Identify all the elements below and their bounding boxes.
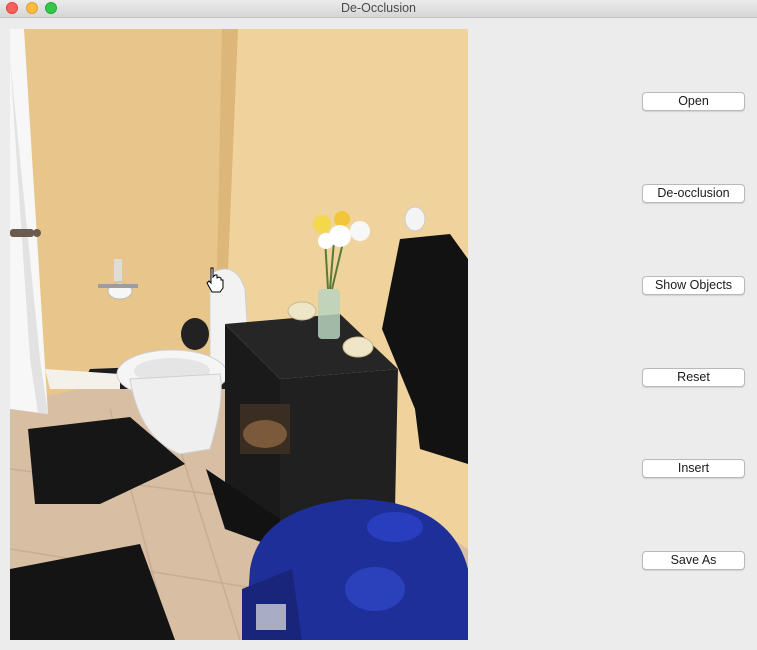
insert-button[interactable]: Insert [642, 459, 745, 478]
open-button[interactable]: Open [642, 92, 745, 111]
door-handle [10, 229, 34, 237]
image-canvas[interactable] [10, 29, 468, 640]
flower-vase [318, 289, 340, 339]
reset-button[interactable]: Reset [642, 368, 745, 387]
de-occlusion-button[interactable]: De-occlusion [642, 184, 745, 203]
window-title: De-Occlusion [340, 1, 417, 15]
title-bar: De-Occlusion [0, 0, 757, 18]
show-objects-button[interactable]: Show Objects [642, 276, 745, 295]
bathroom-photo [10, 29, 468, 640]
save-as-button[interactable]: Save As [642, 551, 745, 570]
